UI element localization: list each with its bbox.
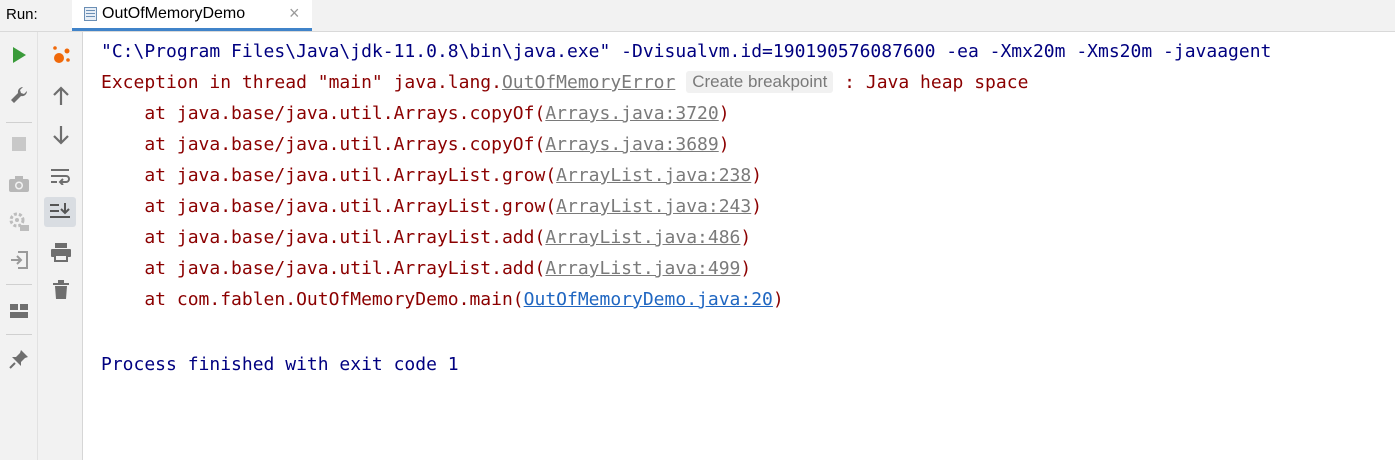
run-label: Run: [6, 6, 38, 23]
console-side-toolbar [38, 32, 83, 460]
debug-settings-icon[interactable] [3, 207, 35, 237]
left-toolbar [0, 32, 38, 460]
separator [6, 334, 32, 335]
print-icon[interactable] [45, 237, 77, 267]
rerun-icon[interactable] [3, 40, 35, 70]
process-finished-line: Process finished with exit code 1 [101, 354, 459, 375]
stack-frame-method: at java.base/java.util.ArrayList.add( [101, 258, 546, 279]
stack-frame: at java.base/java.util.ArrayList.add(Arr… [101, 222, 751, 253]
down-arrow-icon[interactable] [45, 120, 77, 150]
stack-frame-method: at java.base/java.util.Arrays.copyOf( [101, 134, 546, 155]
stack-frame: at java.base/java.util.ArrayList.add(Arr… [101, 253, 751, 284]
stack-frame-suffix: ) [718, 134, 730, 155]
create-breakpoint-hint[interactable]: Create breakpoint [686, 71, 834, 93]
stack-frame-suffix: ) [740, 258, 752, 279]
stop-icon[interactable] [3, 129, 35, 159]
separator [6, 284, 32, 285]
stack-frame-user-link[interactable]: OutOfMemoryDemo.java:20 [524, 289, 773, 310]
layout-icon[interactable] [3, 296, 35, 326]
stack-frame-method: at java.base/java.util.Arrays.copyOf( [101, 103, 546, 124]
scroll-to-end-icon[interactable] [44, 197, 76, 227]
command-line: "C:\Program Files\Java\jdk-11.0.8\bin\ja… [101, 41, 1272, 62]
stack-frame-method: at com.fablen.OutOfMemoryDemo.main( [101, 289, 524, 310]
stack-frame-link[interactable]: ArrayList.java:238 [556, 165, 751, 186]
close-icon[interactable]: × [289, 3, 300, 23]
up-arrow-icon[interactable] [45, 81, 77, 111]
exception-class-link[interactable]: OutOfMemoryError [502, 72, 675, 93]
stack-frame-link[interactable]: ArrayList.java:243 [556, 196, 751, 217]
stack-frame-suffix: ) [718, 103, 730, 124]
run-tool-window-header: Run: OutOfMemoryDemo × [0, 0, 1395, 32]
stack-frame: at java.base/java.util.Arrays.copyOf(Arr… [101, 129, 730, 160]
stack-frame-suffix: ) [751, 165, 763, 186]
console-tab-icon [84, 7, 97, 21]
exception-line: Exception in thread "main" java.lang.Out… [101, 67, 1028, 98]
soft-wrap-icon[interactable] [45, 161, 77, 191]
camera-icon[interactable] [3, 169, 35, 199]
separator [6, 122, 32, 123]
stack-frame-suffix: ) [740, 227, 752, 248]
tab-title: OutOfMemoryDemo [102, 5, 246, 22]
login-icon[interactable] [3, 245, 35, 275]
stack-frame-link[interactable]: ArrayList.java:499 [545, 258, 740, 279]
stack-frame-link[interactable]: Arrays.java:3689 [545, 134, 718, 155]
trash-icon[interactable] [45, 275, 77, 305]
stack-frame-method: at java.base/java.util.ArrayList.add( [101, 227, 546, 248]
wrench-icon[interactable] [3, 80, 35, 110]
exception-prefix: Exception in thread "main" java.lang. [101, 72, 502, 93]
stack-frame-suffix: ) [751, 196, 763, 217]
pin-icon[interactable] [3, 344, 35, 374]
stack-frame: at java.base/java.util.ArrayList.grow(Ar… [101, 191, 762, 222]
tab-out-of-memory-demo[interactable]: OutOfMemoryDemo × [72, 0, 312, 31]
stack-frame-method: at java.base/java.util.ArrayList.grow( [101, 165, 557, 186]
stack-frame-link[interactable]: ArrayList.java:486 [545, 227, 740, 248]
stack-frame-method: at java.base/java.util.ArrayList.grow( [101, 196, 557, 217]
service-icon[interactable] [45, 41, 77, 71]
stack-frame: at java.base/java.util.ArrayList.grow(Ar… [101, 160, 762, 191]
stack-frame: at com.fablen.OutOfMemoryDemo.main(OutOf… [101, 284, 784, 315]
stack-frame: at java.base/java.util.Arrays.copyOf(Arr… [101, 98, 730, 129]
exception-suffix: : Java heap space [833, 72, 1029, 93]
stack-frame-link[interactable]: Arrays.java:3720 [545, 103, 718, 124]
console-output[interactable]: "C:\Program Files\Java\jdk-11.0.8\bin\ja… [84, 36, 1395, 460]
stack-frame-suffix: ) [772, 289, 784, 310]
